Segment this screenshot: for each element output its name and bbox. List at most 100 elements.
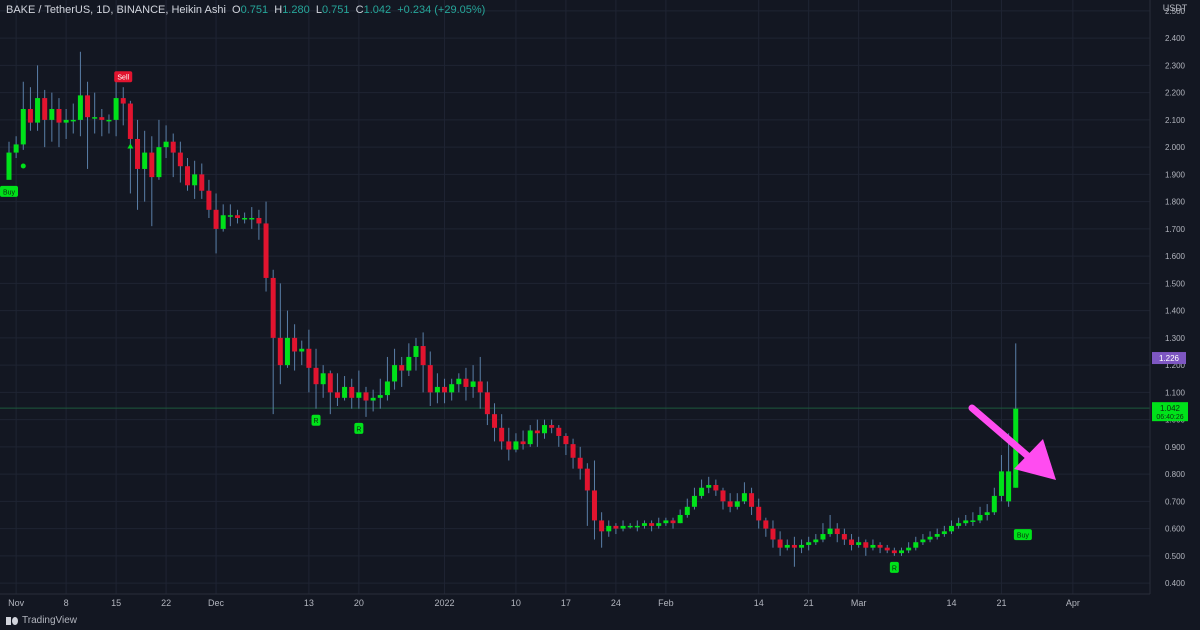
price-chart[interactable]: BuySellRRRBuy USDT 0.4000.5000.6000.7000… <box>0 0 1200 630</box>
candle-body <box>170 141 176 153</box>
candle-body <box>891 550 897 554</box>
candle-body <box>463 378 469 387</box>
candle-body <box>606 525 612 532</box>
y-tick-label: 0.600 <box>1165 525 1186 534</box>
x-tick-label: 20 <box>354 598 364 608</box>
y-tick-label: 1.700 <box>1165 225 1186 234</box>
y-tick-label: 1.600 <box>1165 252 1186 261</box>
candle-body <box>913 542 919 548</box>
candle-body <box>927 536 933 540</box>
candle-body <box>813 539 819 543</box>
signal-label-text: Buy <box>1017 533 1030 540</box>
candle-body <box>734 501 740 507</box>
signal-label-marker: Buy <box>0 185 18 197</box>
candle-body <box>863 542 869 548</box>
candle-body <box>77 95 83 120</box>
y-tick-label: 2.000 <box>1165 143 1186 152</box>
candle-body <box>42 98 48 120</box>
candle-body <box>177 152 183 167</box>
candle-body <box>684 506 690 515</box>
candle-body <box>563 435 569 445</box>
candle-body <box>206 190 212 210</box>
change-value: +0.234 (+29.05%) <box>397 4 486 16</box>
candle-body <box>849 539 855 545</box>
candle-body <box>870 544 876 548</box>
x-tick-label: Dec <box>208 598 225 608</box>
candle-body <box>784 544 790 548</box>
candle-body <box>249 217 255 220</box>
candle-body <box>791 544 797 548</box>
candle-body <box>484 392 490 415</box>
signal-label-text: R <box>356 426 361 433</box>
candle-body <box>199 174 205 191</box>
x-tick-label: 21 <box>804 598 814 608</box>
candle-body <box>13 144 19 153</box>
candle-body <box>856 542 862 545</box>
candle-body <box>720 490 726 502</box>
y-tick-label: 0.700 <box>1165 497 1186 506</box>
candle-body <box>599 520 605 532</box>
candle-body <box>899 550 904 554</box>
candle-body <box>334 392 340 398</box>
open-value: 0.751 <box>240 4 269 16</box>
countdown-tag-text: 06:40:26 <box>1156 414 1183 421</box>
signal-label-marker: R <box>311 414 321 426</box>
candle-body <box>556 427 562 436</box>
candle-body <box>49 108 55 120</box>
candle-body <box>242 217 248 220</box>
candle-body <box>956 523 962 526</box>
candle-body <box>613 525 619 529</box>
candle-body <box>620 525 626 529</box>
x-tick-label: Apr <box>1066 598 1080 608</box>
candle-body <box>392 365 398 382</box>
x-tick-label: 2022 <box>435 598 455 608</box>
candle-body <box>756 506 762 521</box>
x-tick-label: 24 <box>611 598 621 608</box>
signal-dot-marker <box>20 163 26 169</box>
tradingview-watermark[interactable]: TradingView <box>6 615 77 626</box>
candle-body <box>534 430 540 434</box>
x-tick-label: 13 <box>304 598 314 608</box>
y-tick-label: 2.200 <box>1165 89 1186 98</box>
symbol-legend[interactable]: BAKE / TetherUS, 1D, BINANCE, Heikin Ash… <box>6 4 485 16</box>
candle-body <box>499 427 505 442</box>
signal-label-marker: R <box>354 422 364 434</box>
candle-body <box>920 539 926 543</box>
x-tick-label: 22 <box>161 598 171 608</box>
signal-label-text: R <box>892 565 897 572</box>
price-axis[interactable]: USDT 0.4000.5000.6000.7000.8000.9001.000… <box>1149 0 1200 594</box>
x-tick-label: 14 <box>754 598 764 608</box>
candle-body <box>127 103 133 139</box>
candle-body <box>770 528 776 540</box>
y-tick-label: 0.900 <box>1165 443 1186 452</box>
close-label: C <box>355 4 364 16</box>
candle-body <box>713 485 719 491</box>
candle-body <box>749 493 755 507</box>
high-price-tag-text: 1.226 <box>1159 354 1180 363</box>
candle-body <box>413 346 419 357</box>
y-tick-label: 2.300 <box>1165 61 1186 70</box>
candle-body <box>934 534 940 537</box>
high-value: 1.280 <box>282 4 310 16</box>
x-tick-label: Feb <box>658 598 674 608</box>
candle-body <box>877 544 883 548</box>
candle-body <box>492 414 498 428</box>
candle-body <box>56 108 62 123</box>
candle-body <box>185 166 190 186</box>
current-price-tag-text: 1.042 <box>1160 404 1181 413</box>
y-tick-label: 2.500 <box>1165 7 1186 16</box>
candle-body <box>591 490 597 521</box>
candle-body <box>377 395 383 398</box>
candle-body <box>227 215 233 217</box>
candle-body <box>641 523 647 526</box>
candle-body <box>427 365 433 393</box>
candle-body <box>220 215 226 229</box>
candle-body <box>92 117 98 119</box>
candle-body <box>727 501 733 507</box>
candle-body <box>763 520 769 529</box>
candle-body <box>506 441 512 450</box>
candle-body <box>584 468 590 491</box>
candle-body <box>277 337 283 366</box>
candle-body <box>527 430 533 445</box>
candle-body <box>135 138 141 169</box>
